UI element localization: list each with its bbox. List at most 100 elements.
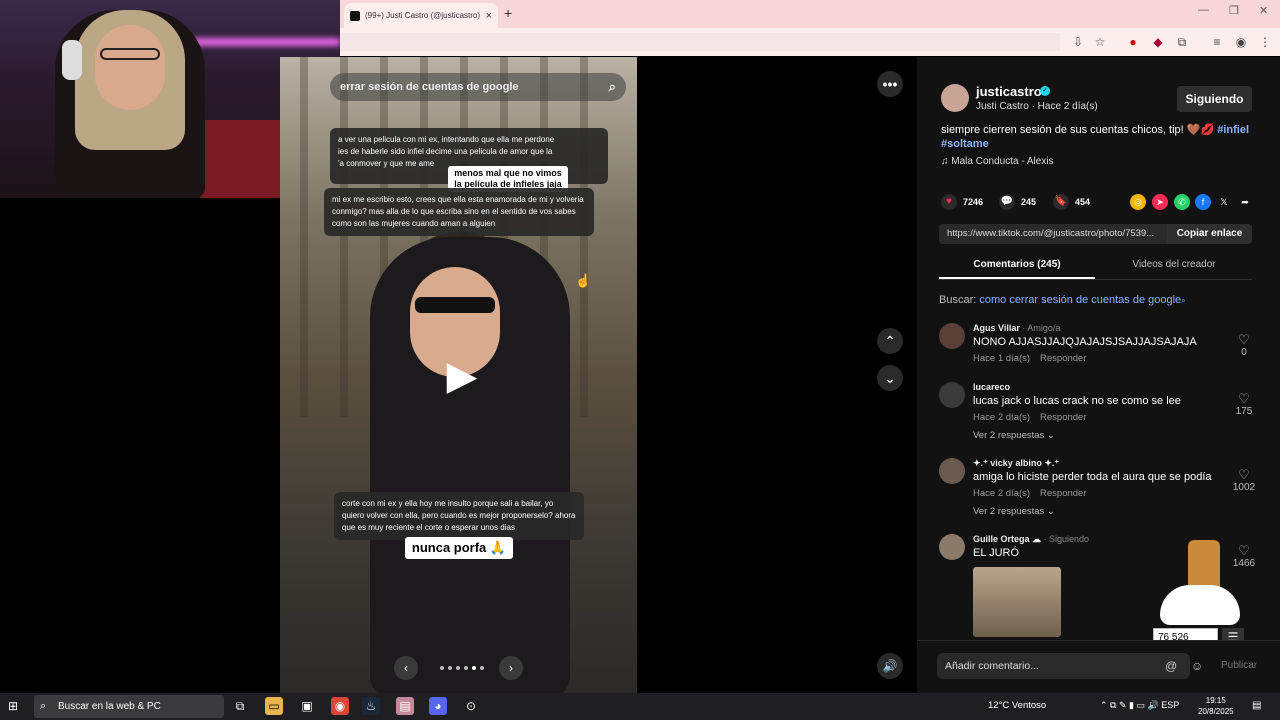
x-icon[interactable]: 𝕏 [1216,194,1232,210]
carousel-dot[interactable] [448,666,452,670]
avatar[interactable] [941,84,969,112]
media-icon[interactable]: ≡ [1210,35,1224,49]
whatsapp-icon[interactable]: ✆ [1174,194,1190,210]
carousel-dot[interactable] [480,666,484,670]
comment-like-button[interactable]: ♡ 0 [1229,333,1259,359]
chrome-icon[interactable]: ◉ [331,697,349,715]
discord-icon[interactable]: ◕ [429,697,447,715]
facebook-icon[interactable]: f [1195,194,1211,210]
reply-button[interactable]: Responder [1040,353,1086,364]
hashtag-link[interactable]: #infiel [1217,124,1249,136]
carousel-dot[interactable] [464,666,468,670]
install-icon[interactable]: ⇩ [1071,35,1085,49]
app-icon[interactable]: ▤ [396,697,414,715]
buscar-query[interactable]: como cerrar sesión de cuentas de google [979,294,1181,306]
reply-button[interactable]: Responder [1040,488,1086,499]
buscar-label: Buscar: [939,294,980,306]
comment-author[interactable]: Guille Ortega ☁ · Siguiendo [973,534,1089,545]
minimize-button[interactable]: — [1198,4,1209,16]
comment-author-name[interactable]: lucareco [973,382,1010,392]
search-pill-text: errar sesión de cuentas de google [340,81,519,93]
share-icon[interactable]: ➦ [1237,194,1253,210]
new-tab-button[interactable]: + [504,5,512,21]
steam-icon[interactable]: ♨ [362,697,380,715]
close-tab-icon[interactable]: × [486,10,492,22]
comment-author-name[interactable]: ✦.⁺ vicky albino ✦.⁺ [973,458,1059,468]
related-search[interactable]: Buscar: como cerrar sesión de cuentas de… [939,294,1186,306]
avatar[interactable] [939,382,965,408]
post-url-field[interactable]: https://www.tiktok.com/@justicastro/phot… [939,224,1167,244]
comment-item: Agus Villar · Amigo/a NONO AJJASJJAJQJAJ… [939,323,1259,373]
comment-author-tag: · Amigo/a [1019,323,1061,333]
star-icon[interactable]: ☆ [1093,35,1107,49]
comment-like-button[interactable]: ♡ 1002 [1229,468,1259,494]
notification-icon[interactable]: ▤ [1252,700,1261,711]
comment-button[interactable]: 💬 245 [999,194,1036,210]
previous-video-button[interactable]: ⌃ [877,328,903,354]
obs-icon[interactable]: ⊙ [462,697,480,715]
restore-button[interactable]: ❐ [1229,4,1239,17]
comment-icon: 💬 [999,194,1015,210]
store-icon[interactable]: ▣ [298,697,316,715]
publish-button[interactable]: Publicar [1221,660,1257,671]
message-bubble: corte con mi ex y ella hoy me insulto po… [334,492,584,540]
extension-icon[interactable]: ◆ [1151,35,1165,49]
comment-author-name[interactable]: Guille Ortega ☁ [973,534,1041,544]
tab-comments[interactable]: Comentarios (245) [939,259,1095,270]
carousel-dot[interactable] [456,666,460,670]
avatar[interactable] [939,534,965,560]
comment-item: ✦.⁺ vicky albino ✦.⁺ amiga lo hiciste pe… [939,458,1259,522]
browser-tab[interactable]: (99+) Justi Castro (@justicastro) × [344,3,498,28]
avatar[interactable] [939,323,965,349]
avatar[interactable] [939,458,965,484]
author-subline: Justi Castro · Hace 2 día(s) [976,101,1098,112]
language-indicator[interactable]: ESP [1161,700,1179,710]
author-username[interactable]: justicastro [976,84,1042,99]
ublock-icon[interactable]: ● [1126,35,1140,49]
file-explorer-icon[interactable]: ▭ [265,697,283,715]
search-icon: ⌕ [608,79,616,94]
comment-author[interactable]: ✦.⁺ vicky albino ✦.⁺ [973,458,1059,469]
play-icon[interactable]: ▶ [442,355,482,397]
puzzle-icon[interactable]: ⧉ [1175,35,1189,49]
system-tray[interactable]: ⌃ ⧉ ✎ ▮ ▭ 🔊 ESP [1100,700,1179,711]
menu-icon[interactable]: ⋮ [1258,35,1272,49]
emoji-icon[interactable]: ☺ [1191,659,1203,673]
windows-start-icon[interactable]: ⊞ [8,699,22,713]
comment-author[interactable]: lucareco [973,382,1010,392]
previous-photo-button[interactable]: ‹ [394,656,418,680]
taskbar-clock[interactable]: 19:15 20/8/2025 [1198,695,1234,717]
comment-author-name[interactable]: Agus Villar [973,323,1020,333]
save-button[interactable]: 🔖 454 [1053,194,1090,210]
tab-creator-videos[interactable]: Videos del creador [1096,259,1252,270]
comment-like-button[interactable]: ♡ 175 [1229,392,1259,418]
comment-author[interactable]: Agus Villar · Amigo/a [973,323,1060,333]
carousel-dot[interactable] [440,666,444,670]
view-replies-button[interactable]: Ver 2 respuestas ⌄ [973,430,1055,441]
send-icon[interactable]: ➤ [1152,194,1168,210]
window-close-button[interactable]: ✕ [1259,4,1268,17]
hashtag-link[interactable]: #soltame [941,138,989,150]
reply-button[interactable]: Responder [1040,412,1086,423]
caption-sticker: nunca porfa 🙏 [405,537,513,559]
weather-widget[interactable]: 12°C Ventoso [988,700,1046,711]
more-options-button[interactable]: ••• [877,71,903,97]
following-button[interactable]: Siguiendo [1177,86,1252,112]
comment-image[interactable] [973,567,1061,637]
next-photo-button[interactable]: › [499,656,523,680]
profile-icon[interactable]: ◉ [1234,35,1248,49]
task-view-icon[interactable]: ⧉ [231,697,249,715]
mouse-cursor-icon: ☝ [575,273,592,288]
mention-icon[interactable]: @ [1165,659,1177,673]
like-button[interactable]: ♥ 7246 [941,194,983,210]
music-link[interactable]: ♫ Mala Conducta - Alexis [941,156,1054,167]
comment-item: lucareco lucas jack o lucas crack no se … [939,382,1259,446]
copy-link-button[interactable]: Copiar enlace [1167,224,1252,244]
volume-button[interactable]: 🔊 [877,653,903,679]
address-bar[interactable] [340,33,1060,51]
embed-icon[interactable]: ◎ [1130,194,1146,210]
next-video-button[interactable]: ⌄ [877,365,903,391]
taskbar-search[interactable]: ⌕ Buscar en la web & PC [34,695,224,718]
view-replies-button[interactable]: Ver 2 respuestas ⌄ [973,506,1055,517]
carousel-dot[interactable] [472,666,476,670]
